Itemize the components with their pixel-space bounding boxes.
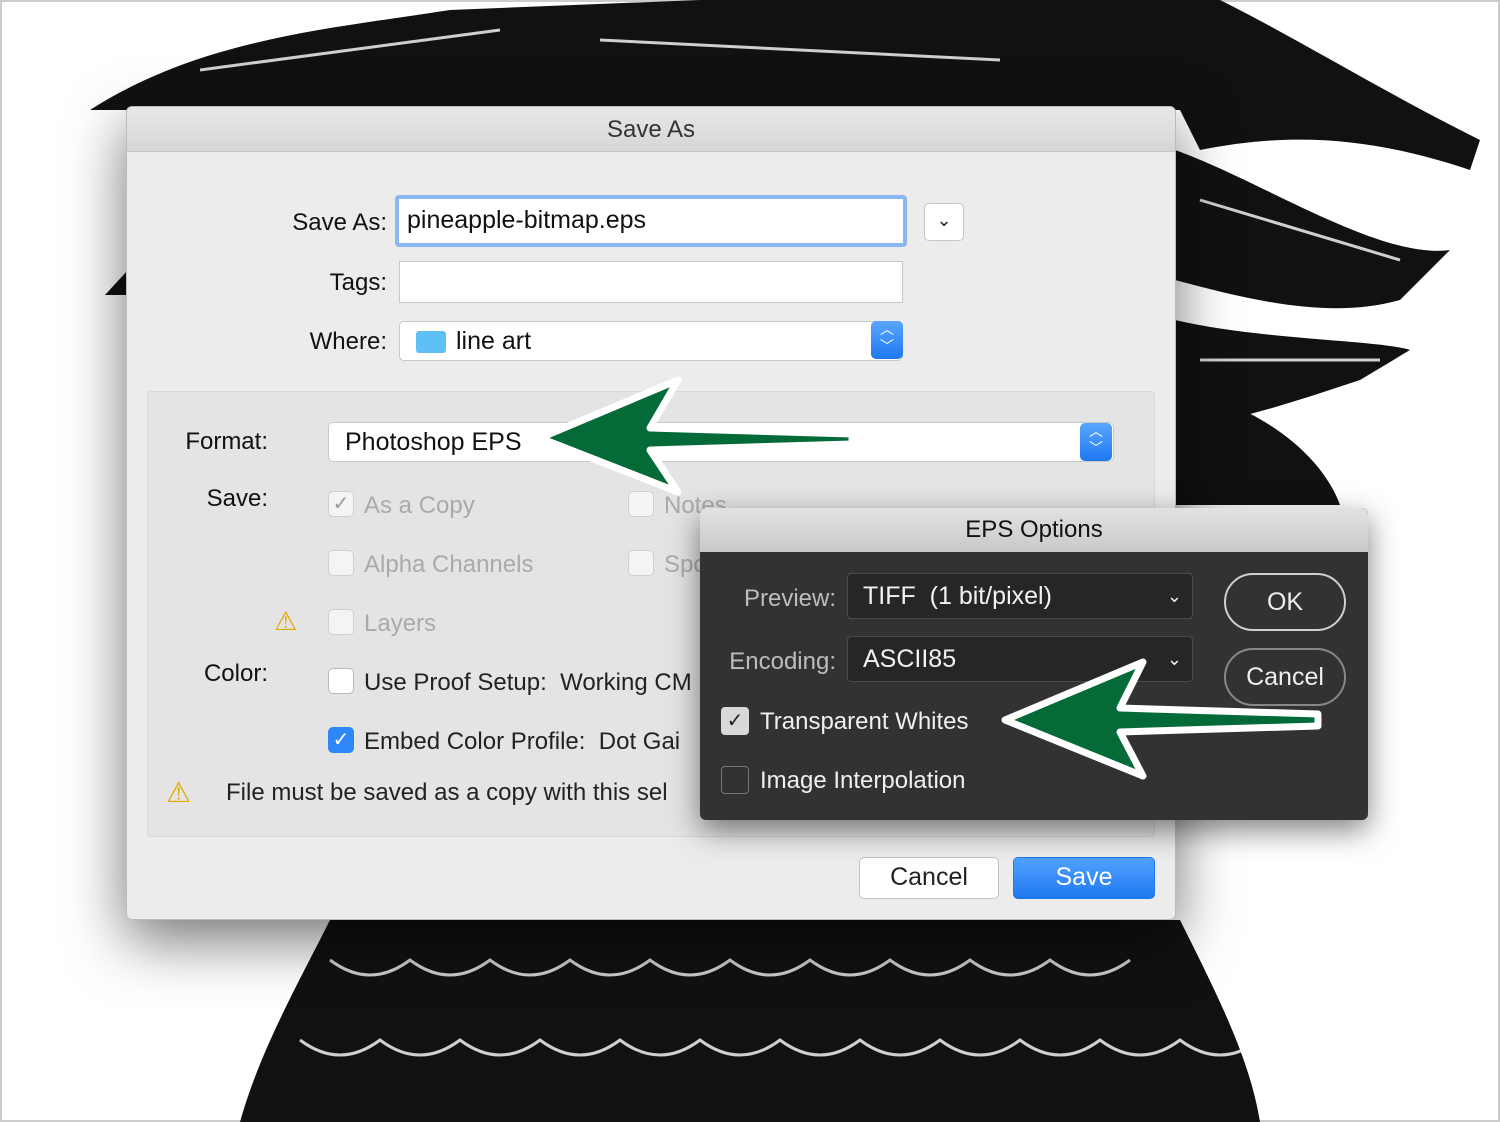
annotation-arrows (536, 376, 1322, 780)
arrow-format (536, 376, 856, 496)
arrow-transparent-whites (1001, 658, 1322, 780)
